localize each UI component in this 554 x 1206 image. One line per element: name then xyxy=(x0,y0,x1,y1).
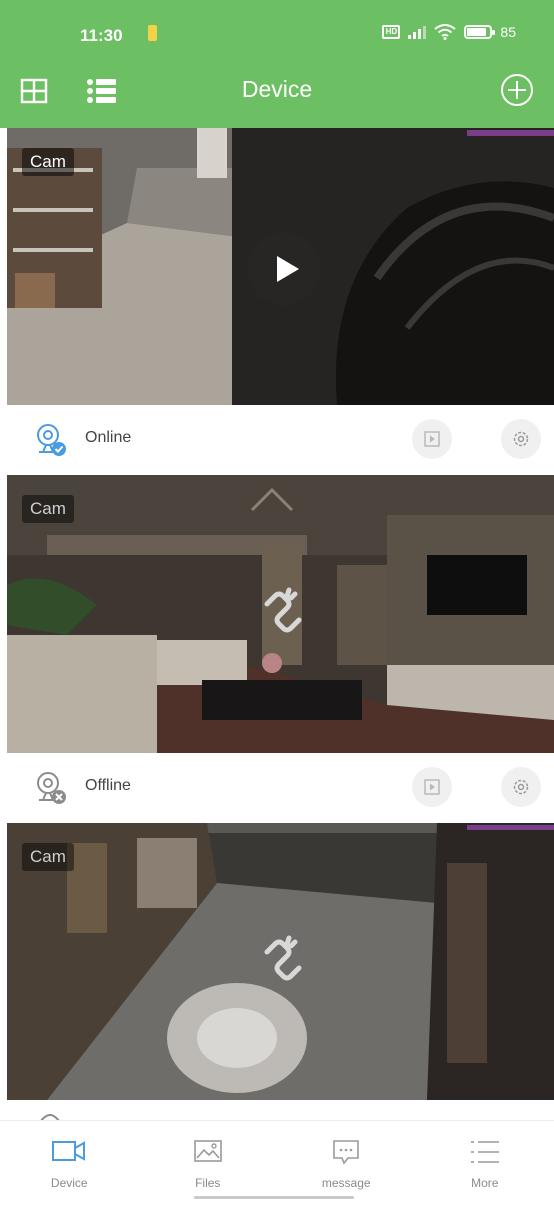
nav-item-more[interactable]: More xyxy=(416,1121,554,1206)
page-title: Device xyxy=(241,76,313,102)
device-status-row: Online xyxy=(7,405,554,475)
camera-name-tag: Cam xyxy=(22,843,74,871)
menu-icon xyxy=(470,1141,499,1163)
charging-icon xyxy=(148,25,157,41)
status-time: 11:30 xyxy=(80,26,123,45)
camera-feed[interactable]: Cam xyxy=(7,823,554,1100)
gear-icon xyxy=(513,779,529,795)
device-status-label: Offline xyxy=(85,777,131,794)
nav-item-device[interactable]: Device xyxy=(0,1121,139,1206)
battery-fill xyxy=(467,28,487,36)
signal-icon xyxy=(408,25,427,39)
device-list-screen: 11:30 HD 85 Device Cam Online Cam Offlin… xyxy=(0,0,554,1206)
settings-button[interactable] xyxy=(501,419,541,459)
disconnected-link-icon xyxy=(264,935,302,981)
nav-label: Files xyxy=(195,1176,221,1190)
home-indicator[interactable] xyxy=(194,1196,354,1199)
disconnected-link-icon xyxy=(264,587,302,633)
nav-item-files[interactable]: Files xyxy=(139,1121,278,1206)
camera-name-tag: Cam xyxy=(22,148,74,176)
settings-button[interactable] xyxy=(501,767,541,807)
hd-icon: HD xyxy=(382,25,401,39)
wifi-icon xyxy=(434,24,457,40)
add-device-icon[interactable] xyxy=(500,73,534,107)
battery-icon xyxy=(464,25,496,39)
camera-feed[interactable]: Cam xyxy=(7,128,554,405)
camera-offline-icon xyxy=(37,772,66,804)
nav-item-message[interactable]: message xyxy=(277,1121,416,1206)
bottom-navigation: Device Files message More xyxy=(0,1120,554,1206)
system-icons: HD 85 xyxy=(382,24,516,40)
image-icon xyxy=(193,1140,222,1162)
status-bar: 11:30 HD 85 xyxy=(0,0,554,66)
device-status-label: Online xyxy=(85,429,132,446)
playback-icon xyxy=(424,431,440,447)
playback-button[interactable] xyxy=(412,419,452,459)
camera-online-icon xyxy=(37,424,66,456)
message-icon xyxy=(333,1140,360,1165)
device-status-row: Offline xyxy=(7,753,554,823)
playback-button[interactable] xyxy=(412,767,452,807)
play-icon[interactable] xyxy=(247,232,321,306)
nav-label: Device xyxy=(50,1176,88,1190)
camera-icon xyxy=(52,1141,86,1161)
camera-name-tag: Cam xyxy=(22,495,74,523)
app-header: Device xyxy=(0,66,554,128)
gear-icon xyxy=(513,431,529,447)
nav-label: More xyxy=(471,1176,499,1190)
battery-percent: 85 xyxy=(500,24,516,40)
playback-icon xyxy=(424,779,440,795)
camera-feed[interactable]: Cam xyxy=(7,475,554,753)
nav-label: message xyxy=(321,1176,371,1190)
